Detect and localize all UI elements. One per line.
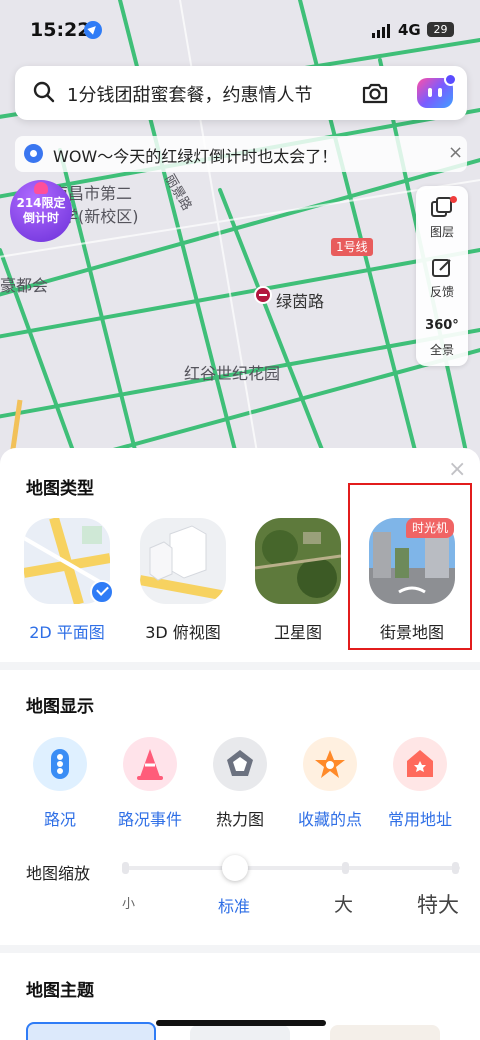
tool-panorama-label: 全景	[429, 343, 454, 357]
map-display-title: 地图显示	[26, 697, 94, 717]
map-type-satellite-label: 卫星图	[273, 623, 322, 642]
zoom-slider-track[interactable]	[122, 866, 460, 870]
camera-icon[interactable]	[361, 80, 389, 106]
map-label-road: 绿茵路	[276, 292, 325, 311]
display-traffic-label: 路况	[43, 810, 76, 829]
zoom-tick	[122, 862, 129, 874]
promo-line1: 214限定	[16, 196, 66, 210]
search-icon	[33, 81, 55, 103]
zoom-slider-handle[interactable]	[222, 855, 248, 881]
selected-check-icon	[90, 580, 114, 604]
promo-badge[interactable]: 214限定 倒计时	[10, 180, 72, 242]
traffic-light-icon	[33, 737, 87, 791]
heatmap-pentagon-icon	[213, 737, 267, 791]
zoom-tick	[342, 862, 349, 874]
map-label-campus: 学(新校区)	[62, 207, 139, 226]
display-common-address-label: 常用地址	[387, 810, 452, 829]
location-pin-icon	[24, 144, 43, 163]
map-zoom-title: 地图缩放	[26, 864, 91, 883]
theme-option-2[interactable]	[190, 1025, 290, 1040]
streetview-highlight-box	[348, 483, 472, 650]
traffic-cone-icon	[123, 737, 177, 791]
tool-feedback[interactable]: 反馈	[416, 248, 468, 306]
search-bar[interactable]: 1分钱团甜蜜套餐，约惠情人节	[15, 66, 467, 120]
map-label-community: 红谷世纪花园	[184, 364, 281, 383]
tool-panorama[interactable]: 360° 全景	[416, 306, 468, 364]
map-label-mall: 豪都会	[0, 276, 49, 295]
display-common-address[interactable]: 常用地址	[375, 737, 465, 830]
section-divider	[0, 662, 480, 670]
battery-icon: 29	[427, 22, 454, 37]
home-icon	[393, 737, 447, 791]
display-traffic[interactable]: 路况	[15, 737, 105, 830]
status-bar: 15:22 4G 29	[0, 0, 480, 56]
zoom-level-xlarge[interactable]: 特大	[417, 889, 459, 919]
panorama-360-icon: 360°	[425, 318, 459, 333]
section-divider	[0, 945, 480, 953]
home-indicator[interactable]	[156, 1020, 326, 1026]
zoom-level-standard[interactable]: 标准	[218, 893, 250, 917]
map-type-3d[interactable]: 3D 俯视图	[133, 518, 233, 643]
heart-icon	[34, 182, 48, 194]
display-heatmap[interactable]: 热力图	[195, 737, 285, 830]
feedback-icon	[430, 256, 454, 280]
metro-station-icon[interactable]	[254, 286, 272, 304]
location-arrow-icon	[84, 21, 102, 39]
tool-feedback-label: 反馈	[429, 285, 454, 299]
map-type-satellite[interactable]: 卫星图	[248, 518, 348, 643]
search-input[interactable]: 1分钱团甜蜜套餐，约惠情人节	[67, 81, 312, 107]
theme-option-default[interactable]	[26, 1022, 156, 1040]
display-traffic-events[interactable]: 路况事件	[105, 737, 195, 830]
map-tool-panel: 图层 反馈 360° 全景	[416, 186, 468, 366]
zoom-level-large[interactable]: 大	[334, 890, 353, 917]
assistant-badge-dot	[444, 73, 457, 86]
notice-text: WOW～今天的红绿灯倒计时也太会了！	[53, 147, 338, 166]
notice-close-icon[interactable]: ×	[448, 142, 463, 163]
display-heatmap-label: 热力图	[215, 810, 264, 829]
tool-layers-label: 图层	[429, 225, 454, 239]
sheet-close-icon[interactable]: ×	[448, 457, 466, 482]
status-time: 15:22	[30, 19, 91, 41]
zoom-tick	[452, 862, 459, 874]
map-satellite-thumbnail	[255, 518, 341, 604]
notification-dot	[450, 196, 457, 203]
map-type-3d-label: 3D 俯视图	[145, 623, 221, 642]
promo-line2: 倒计时	[22, 211, 59, 225]
display-favorites[interactable]: 收藏的点	[285, 737, 375, 830]
map-3d-thumbnail	[140, 518, 226, 604]
signal-icon	[372, 24, 390, 38]
ai-assistant-icon[interactable]	[417, 73, 457, 108]
map-type-2d-label: 2D 平面图	[29, 623, 105, 642]
theme-option-3[interactable]	[330, 1025, 440, 1040]
display-favorites-label: 收藏的点	[297, 810, 362, 829]
metro-line-tag: 1号线	[331, 238, 373, 256]
map-theme-title: 地图主题	[26, 981, 94, 1001]
star-icon	[303, 737, 357, 791]
network-type: 4G	[398, 21, 421, 39]
notice-banner[interactable]: WOW～今天的红绿灯倒计时也太会了！ ×	[15, 136, 467, 172]
zoom-level-small[interactable]: 小	[122, 893, 135, 912]
tool-layers[interactable]: 图层	[416, 188, 468, 246]
display-traffic-events-label: 路况事件	[117, 810, 182, 829]
map-type-title: 地图类型	[26, 479, 94, 499]
